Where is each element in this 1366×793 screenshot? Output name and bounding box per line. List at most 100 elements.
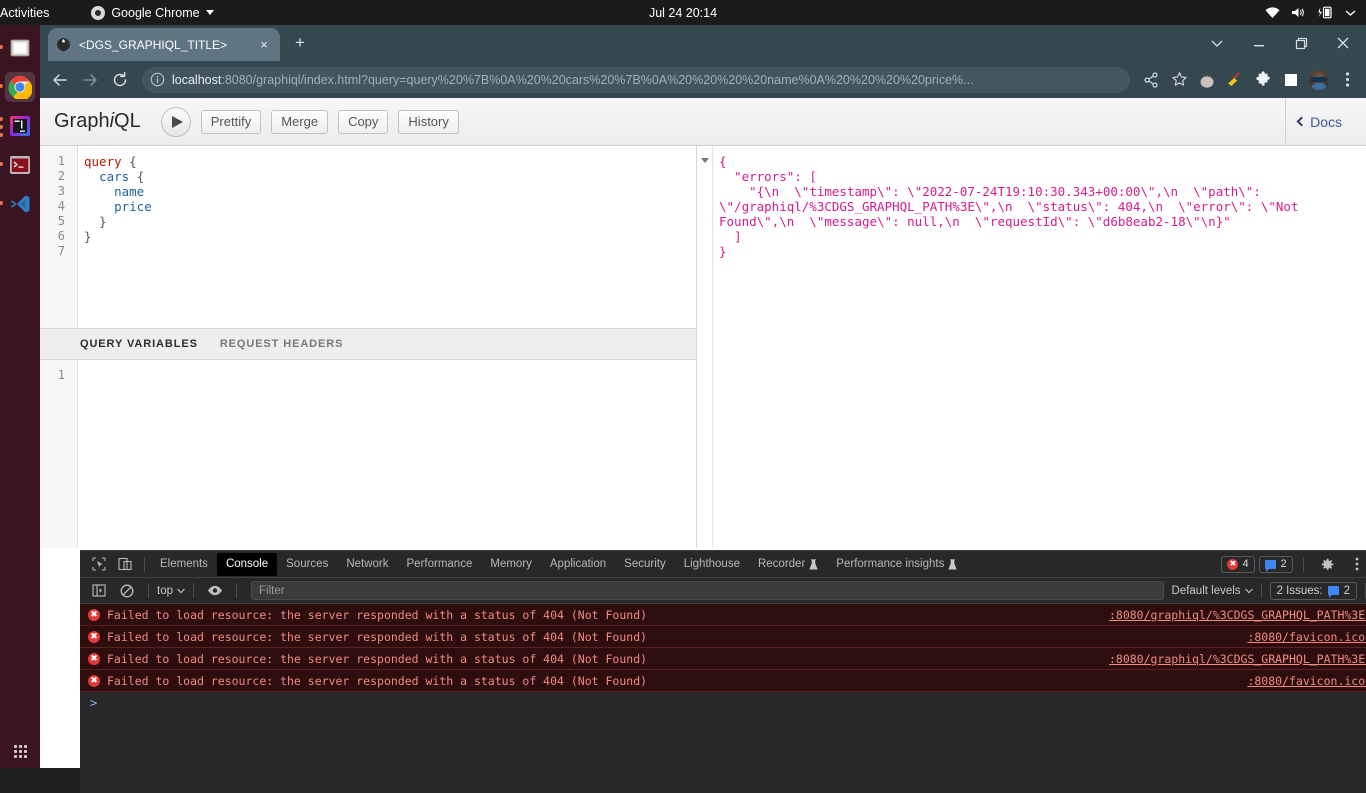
- console-message: Failed to load resource: the server resp…: [107, 651, 648, 666]
- broom-extension-icon[interactable]: [1222, 67, 1248, 93]
- response-gutter: [697, 146, 713, 548]
- console-filter-input[interactable]: Filter: [251, 581, 1164, 600]
- error-icon: ✖: [1227, 558, 1239, 570]
- tab-title: <DGS_GRAPHIQL_TITLE>: [79, 37, 228, 52]
- extensions-puzzle-icon[interactable]: [1250, 67, 1276, 93]
- history-button[interactable]: History: [398, 109, 459, 134]
- error-count-badge[interactable]: ✖ 4: [1221, 555, 1255, 573]
- source-link[interactable]: :8080/graphiql/%3CDGS_GRAPHQL_PATH%3E:1: [1109, 652, 1366, 666]
- devtools-tab-sources[interactable]: Sources: [277, 553, 337, 576]
- merge-button[interactable]: Merge: [271, 109, 329, 134]
- intellij-idea-icon: [10, 116, 30, 136]
- console-row[interactable]: ✖ Failed to load resource: the server re…: [80, 670, 1366, 692]
- beaker-icon: [809, 558, 818, 569]
- browser-tab[interactable]: <DGS_GRAPHIQL_TITLE> ×: [48, 28, 280, 61]
- tab-strip: <DGS_GRAPHIQL_TITLE> × +: [40, 25, 1366, 61]
- javascript-context-selector[interactable]: top: [157, 585, 185, 597]
- close-tab-icon[interactable]: ×: [256, 37, 272, 53]
- devtools-tab-performance[interactable]: Performance: [398, 553, 482, 576]
- devtools-tab-recorder[interactable]: Recorder: [749, 553, 827, 576]
- devtools-tab-memory[interactable]: Memory: [481, 553, 541, 576]
- query-editor-gutter: 1 2 3 4 5 6 7: [40, 146, 78, 328]
- forward-icon[interactable]: [76, 66, 104, 94]
- log-levels-selector[interactable]: Default levels: [1172, 585, 1253, 597]
- variables-editor[interactable]: 1: [40, 360, 696, 548]
- devtools-tab-network[interactable]: Network: [337, 553, 397, 576]
- console-message: Failed to load resource: the server resp…: [107, 607, 648, 622]
- activities-button[interactable]: Activities: [0, 6, 49, 20]
- maximize-icon[interactable]: [1280, 27, 1322, 59]
- devtools-tab-elements[interactable]: Elements: [151, 553, 217, 576]
- tab-search-chevron-icon[interactable]: [1196, 27, 1238, 59]
- divider: [144, 556, 145, 572]
- running-indicator: [0, 45, 3, 49]
- error-icon: ✖: [88, 652, 100, 665]
- docs-panel-toggle[interactable]: Docs: [1285, 97, 1356, 146]
- show-applications-button[interactable]: [0, 745, 40, 758]
- tab-request-headers[interactable]: REQUEST HEADERS: [220, 338, 344, 350]
- query-editor-code[interactable]: query { cars { name price } }: [78, 146, 696, 328]
- variables-editor-code[interactable]: [78, 360, 696, 548]
- devtools-tab-application[interactable]: Application: [541, 553, 615, 576]
- message-count-badge[interactable]: 2: [1259, 555, 1293, 573]
- bookmark-star-icon[interactable]: [1166, 67, 1192, 93]
- reload-icon[interactable]: [106, 66, 134, 94]
- dock-item-terminal[interactable]: [0, 150, 35, 180]
- graphiql-response-pane: { "errors": [ "{\n \"timestamp\": \"2022…: [697, 146, 1366, 548]
- address-bar[interactable]: localhost:8080/graphiql/index.html?query…: [142, 66, 1130, 93]
- active-app-menu[interactable]: Google Chrome: [91, 5, 214, 20]
- chrome-menu-icon[interactable]: [1334, 67, 1360, 93]
- console-row[interactable]: ✖ Failed to load resource: the server re…: [80, 604, 1366, 626]
- more-vertical-icon[interactable]: [1344, 553, 1366, 575]
- console-row[interactable]: ✖ Failed to load resource: the server re…: [80, 626, 1366, 648]
- dock-item-vscode[interactable]: [0, 189, 35, 219]
- copy-button[interactable]: Copy: [338, 109, 389, 134]
- minimize-icon[interactable]: [1238, 27, 1280, 59]
- source-link[interactable]: :8080/favicon.ico:1: [1247, 674, 1366, 688]
- back-icon[interactable]: [46, 66, 74, 94]
- source-link[interactable]: :8080/graphiql/%3CDGS_GRAPHQL_PATH%3E:1: [1109, 608, 1366, 622]
- error-icon: ✖: [88, 630, 100, 643]
- tray-chevron-down-icon: [1345, 10, 1356, 16]
- device-toolbar-icon[interactable]: [112, 553, 138, 575]
- console-source: :8080/favicon.ico:1: [1247, 674, 1366, 688]
- tomato-extension-icon[interactable]: [1194, 67, 1220, 93]
- dock-item-files[interactable]: [0, 33, 35, 63]
- console-sidebar-toggle-icon[interactable]: [86, 580, 112, 602]
- new-tab-button[interactable]: +: [288, 31, 312, 55]
- devtools-tab-console[interactable]: Console: [216, 552, 278, 576]
- inspect-element-icon[interactable]: [86, 553, 112, 575]
- execute-query-button[interactable]: [160, 106, 191, 137]
- system-tray[interactable]: [1265, 6, 1356, 19]
- profile-avatar[interactable]: [1306, 67, 1332, 93]
- devtools-tab-performance-insights[interactable]: Performance insights: [827, 553, 966, 576]
- devtools-tab-lighthouse[interactable]: Lighthouse: [675, 553, 749, 576]
- console-source: :8080/graphiql/%3CDGS_GRAPHQL_PATH%3E:1: [1109, 608, 1366, 622]
- divider: [148, 583, 149, 598]
- divider: [1303, 556, 1304, 572]
- square-extension-icon[interactable]: [1278, 67, 1304, 93]
- site-info-icon[interactable]: [150, 72, 165, 87]
- gear-icon[interactable]: [1314, 553, 1340, 575]
- issues-button[interactable]: 2 Issues: 2: [1269, 581, 1357, 600]
- close-window-icon[interactable]: [1322, 27, 1364, 59]
- dock-item-chrome[interactable]: [0, 72, 35, 102]
- source-link[interactable]: :8080/favicon.ico:1: [1247, 630, 1366, 644]
- clear-console-icon[interactable]: [114, 580, 140, 602]
- dock-item-intellij[interactable]: [0, 111, 35, 141]
- devtools-tab-security[interactable]: Security: [615, 553, 675, 576]
- graphiql-left-pane: 1 2 3 4 5 6 7 query { cars { name price …: [40, 146, 697, 548]
- fold-arrow-icon[interactable]: [701, 158, 709, 163]
- tab-query-variables[interactable]: QUERY VARIABLES: [80, 338, 198, 350]
- prettify-button[interactable]: Prettify: [200, 109, 262, 134]
- console-message-list: ✖ Failed to load resource: the server re…: [80, 604, 1366, 772]
- divider: [1260, 583, 1262, 598]
- console-row[interactable]: ✖ Failed to load resource: the server re…: [80, 648, 1366, 670]
- response-output: { "errors": [ "{\n \"timestamp\": \"2022…: [719, 154, 1299, 259]
- live-expression-eye-icon[interactable]: [202, 580, 228, 602]
- query-editor[interactable]: 1 2 3 4 5 6 7 query { cars { name price …: [40, 146, 696, 328]
- share-icon[interactable]: [1138, 67, 1164, 93]
- line-number: 2: [57, 169, 65, 183]
- message-icon: [1265, 559, 1277, 572]
- console-prompt[interactable]: >: [80, 692, 1366, 714]
